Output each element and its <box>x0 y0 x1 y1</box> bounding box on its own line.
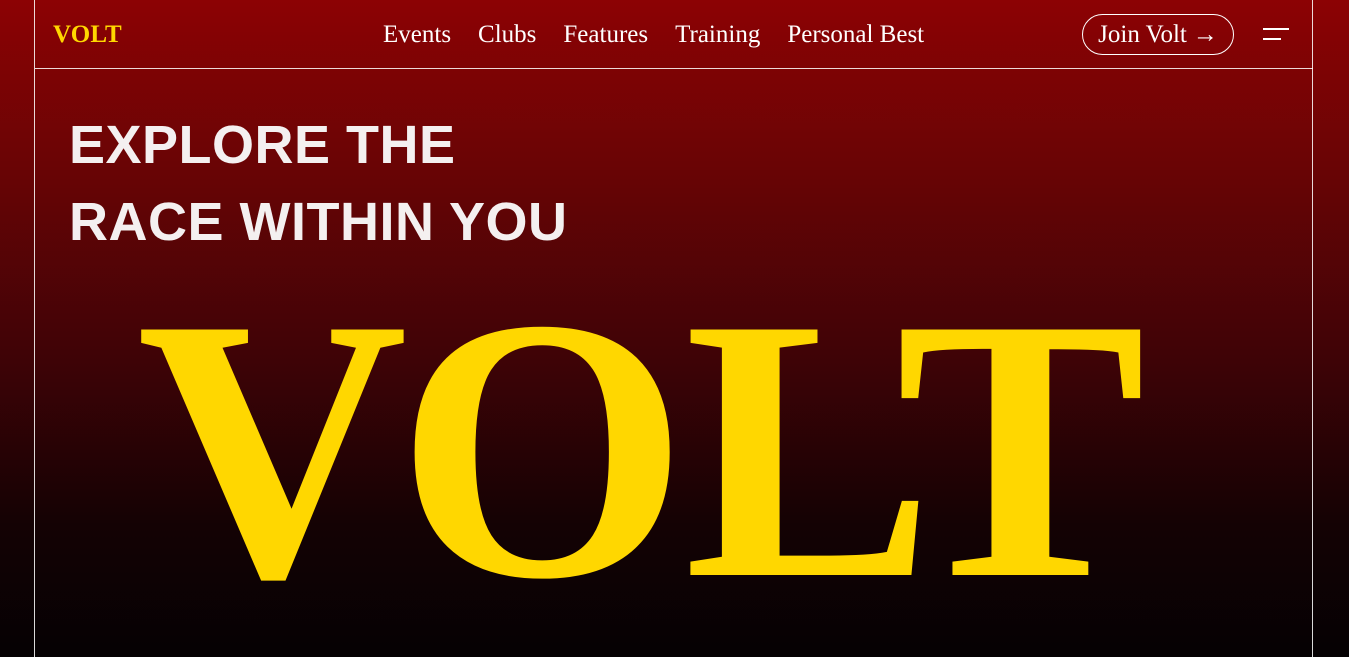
hero-headline: EXPLORE THE RACE WITHIN YOU <box>69 107 568 261</box>
menu-line-top <box>1263 28 1289 30</box>
nav-link-features[interactable]: Features <box>563 18 648 52</box>
navbar: VOLT Events Clubs Features Training Pers… <box>35 0 1313 69</box>
nav-link-training[interactable]: Training <box>675 18 760 52</box>
nav-link-events[interactable]: Events <box>383 18 451 52</box>
nav-link-clubs[interactable]: Clubs <box>478 18 536 52</box>
hamburger-menu-icon[interactable] <box>1261 27 1289 43</box>
hero-big-title: VOLT <box>137 242 1146 657</box>
brand-logo[interactable]: VOLT <box>53 18 122 52</box>
join-volt-label: Join Volt <box>1098 20 1187 48</box>
hero-headline-line-1: EXPLORE THE <box>69 115 456 175</box>
main-nav: Events Clubs Features Training Personal … <box>383 18 951 52</box>
menu-line-bottom <box>1263 38 1281 40</box>
arrow-right-icon: → <box>1192 20 1218 48</box>
join-volt-button[interactable]: Join Volt → <box>1082 14 1234 55</box>
nav-link-personal-best[interactable]: Personal Best <box>787 18 924 52</box>
